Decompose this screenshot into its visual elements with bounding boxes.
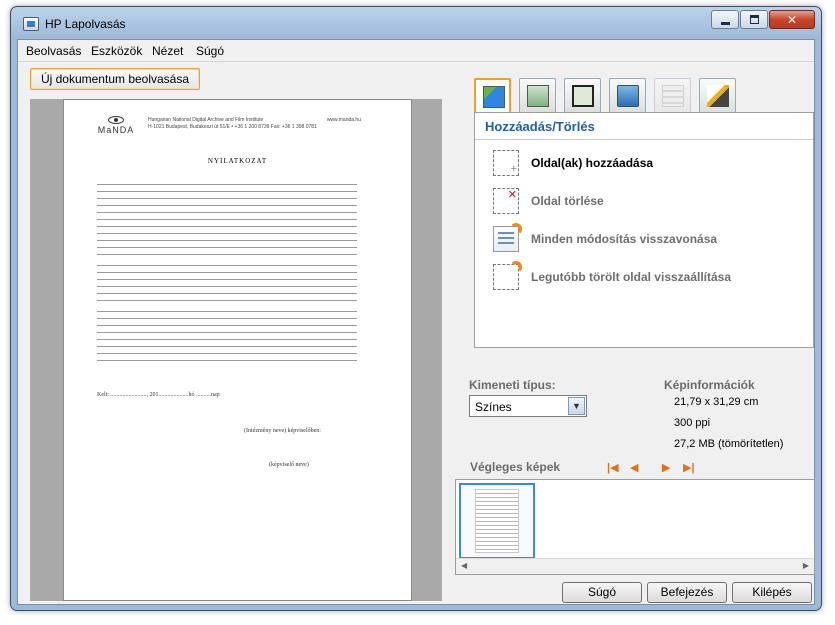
tab-pages[interactable] xyxy=(519,78,556,112)
menu-beolvasas[interactable]: Beolvasás xyxy=(26,44,81,58)
manda-logo: MaNDA xyxy=(94,116,138,135)
menu-bar: Beolvasás Eszközök Nézet Súgó xyxy=(18,40,814,62)
add-delete-panel: Hozzáadás/Törlés + Oldal(ak) hozzáadása … xyxy=(474,112,814,348)
image-info-label: Képinformációk xyxy=(664,378,755,392)
final-images-strip: ◀ ▶ xyxy=(455,479,815,575)
app-window: HP Lapolvasás ✕ Beolvasás Eszközök Nézet… xyxy=(10,6,822,611)
output-type-label: Kimeneti típus: xyxy=(469,378,556,392)
logo-text: MaNDA xyxy=(97,125,135,135)
eye-logo-icon xyxy=(108,116,124,124)
finish-button[interactable]: Befejezés xyxy=(647,582,727,603)
menu-sugo[interactable]: Súgó xyxy=(196,44,224,58)
panel-title: Hozzáadás/Törlés xyxy=(485,119,595,134)
close-icon: ✕ xyxy=(786,13,798,27)
help-button[interactable]: Súgó xyxy=(562,582,642,603)
doc-header-left: Hungarian National Digital Archive and F… xyxy=(148,117,317,131)
delete-page-label: Oldal törlése xyxy=(531,194,604,208)
doc-org-line2: H-1021 Budapest, Budakeszi út 51/E • +36… xyxy=(148,124,317,130)
doc-header-right: www.manda.hu xyxy=(326,117,361,123)
tab-rotate[interactable] xyxy=(609,78,646,112)
maximize-icon xyxy=(750,15,759,24)
crop-icon xyxy=(572,85,594,107)
panel-divider xyxy=(475,139,813,140)
undo-all-label: Minden módosítás visszavonása xyxy=(531,232,718,246)
scroll-right-icon[interactable]: ▶ xyxy=(803,561,809,570)
restore-page-action[interactable]: Legutóbb törölt oldal visszaállítása xyxy=(493,261,803,290)
scanned-page: MaNDA Hungarian National Digital Archive… xyxy=(63,99,412,601)
scan-preview: MaNDA Hungarian National Digital Archive… xyxy=(30,99,442,601)
image-resolution: 300 ppi xyxy=(674,417,711,429)
exit-button[interactable]: Kilépés xyxy=(732,582,812,603)
doc-heading: NYILATKOZAT xyxy=(207,157,268,165)
restore-arrow-icon xyxy=(510,261,522,273)
output-type-select[interactable]: Színes ▼ xyxy=(469,395,587,417)
doc-sig2: (képviselő neve) xyxy=(269,462,309,468)
close-button[interactable]: ✕ xyxy=(769,10,815,29)
page-thumbnail[interactable] xyxy=(459,483,535,559)
add-page-icon: + xyxy=(493,150,519,176)
pages-icon xyxy=(527,85,549,107)
magic-wand-icon xyxy=(707,85,729,107)
final-images-label: Végleges képek xyxy=(470,460,561,474)
undo-all-icon xyxy=(493,223,522,252)
next-page-icon[interactable]: ▶ xyxy=(662,461,670,474)
minimize-button[interactable] xyxy=(711,10,739,29)
restore-page-label: Legutóbb törölt oldal visszaállítása xyxy=(531,270,732,284)
tool-tabs xyxy=(474,78,744,114)
last-page-icon[interactable]: ▶| xyxy=(683,461,695,474)
new-scan-button[interactable]: Új dokumentum beolvasása xyxy=(30,68,200,90)
sliders-icon xyxy=(662,85,684,107)
image-size: 21,79 x 31,29 cm xyxy=(674,396,759,408)
client-area: Beolvasás Eszközök Nézet Súgó Új dokumen… xyxy=(17,39,815,605)
minimize-icon xyxy=(721,22,730,25)
first-page-icon[interactable]: |◀ xyxy=(607,461,619,474)
tab-enhance[interactable] xyxy=(699,78,736,112)
undo-arrow-icon xyxy=(510,223,522,235)
window-title: HP Lapolvasás xyxy=(45,17,126,31)
doc-org-line1: Hungarian National Digital Archive and F… xyxy=(148,117,264,123)
window-controls: ✕ xyxy=(710,10,815,29)
prev-page-icon[interactable]: ◀ xyxy=(630,461,638,474)
horizontal-scrollbar[interactable]: ◀ ▶ xyxy=(456,558,814,574)
tab-add-delete[interactable] xyxy=(474,78,511,114)
doc-date-line: Kelt: ........................, 201.....… xyxy=(97,392,220,398)
doc-body-text xyxy=(97,184,357,367)
tab-crop[interactable] xyxy=(564,78,601,112)
rotate-icon xyxy=(617,85,639,107)
doc-sig1: (Intézmény neve) képviselőben: xyxy=(244,428,321,434)
menu-eszkozok[interactable]: Eszközök xyxy=(91,44,142,58)
image-filesize: 27,2 MB (tömörítetlen) xyxy=(674,438,784,450)
delete-page-action[interactable]: ✕ Oldal törlése xyxy=(493,188,803,214)
thumbnail-image xyxy=(475,489,519,553)
add-delete-icon xyxy=(483,86,505,108)
app-icon xyxy=(23,17,39,31)
restore-page-icon xyxy=(493,261,522,290)
add-pages-action[interactable]: + Oldal(ak) hozzáadása xyxy=(493,150,803,176)
menu-nezet[interactable]: Nézet xyxy=(152,44,183,58)
scroll-left-icon[interactable]: ◀ xyxy=(461,561,467,570)
delete-page-icon: ✕ xyxy=(493,188,519,214)
add-pages-label: Oldal(ak) hozzáadása xyxy=(531,156,654,170)
title-bar[interactable]: HP Lapolvasás ✕ xyxy=(11,7,821,39)
tab-adjust[interactable] xyxy=(654,78,691,112)
undo-all-action[interactable]: Minden módosítás visszavonása xyxy=(493,223,803,252)
chevron-down-icon[interactable]: ▼ xyxy=(568,397,585,415)
output-type-value: Színes xyxy=(475,400,512,414)
maximize-button[interactable] xyxy=(740,10,768,29)
